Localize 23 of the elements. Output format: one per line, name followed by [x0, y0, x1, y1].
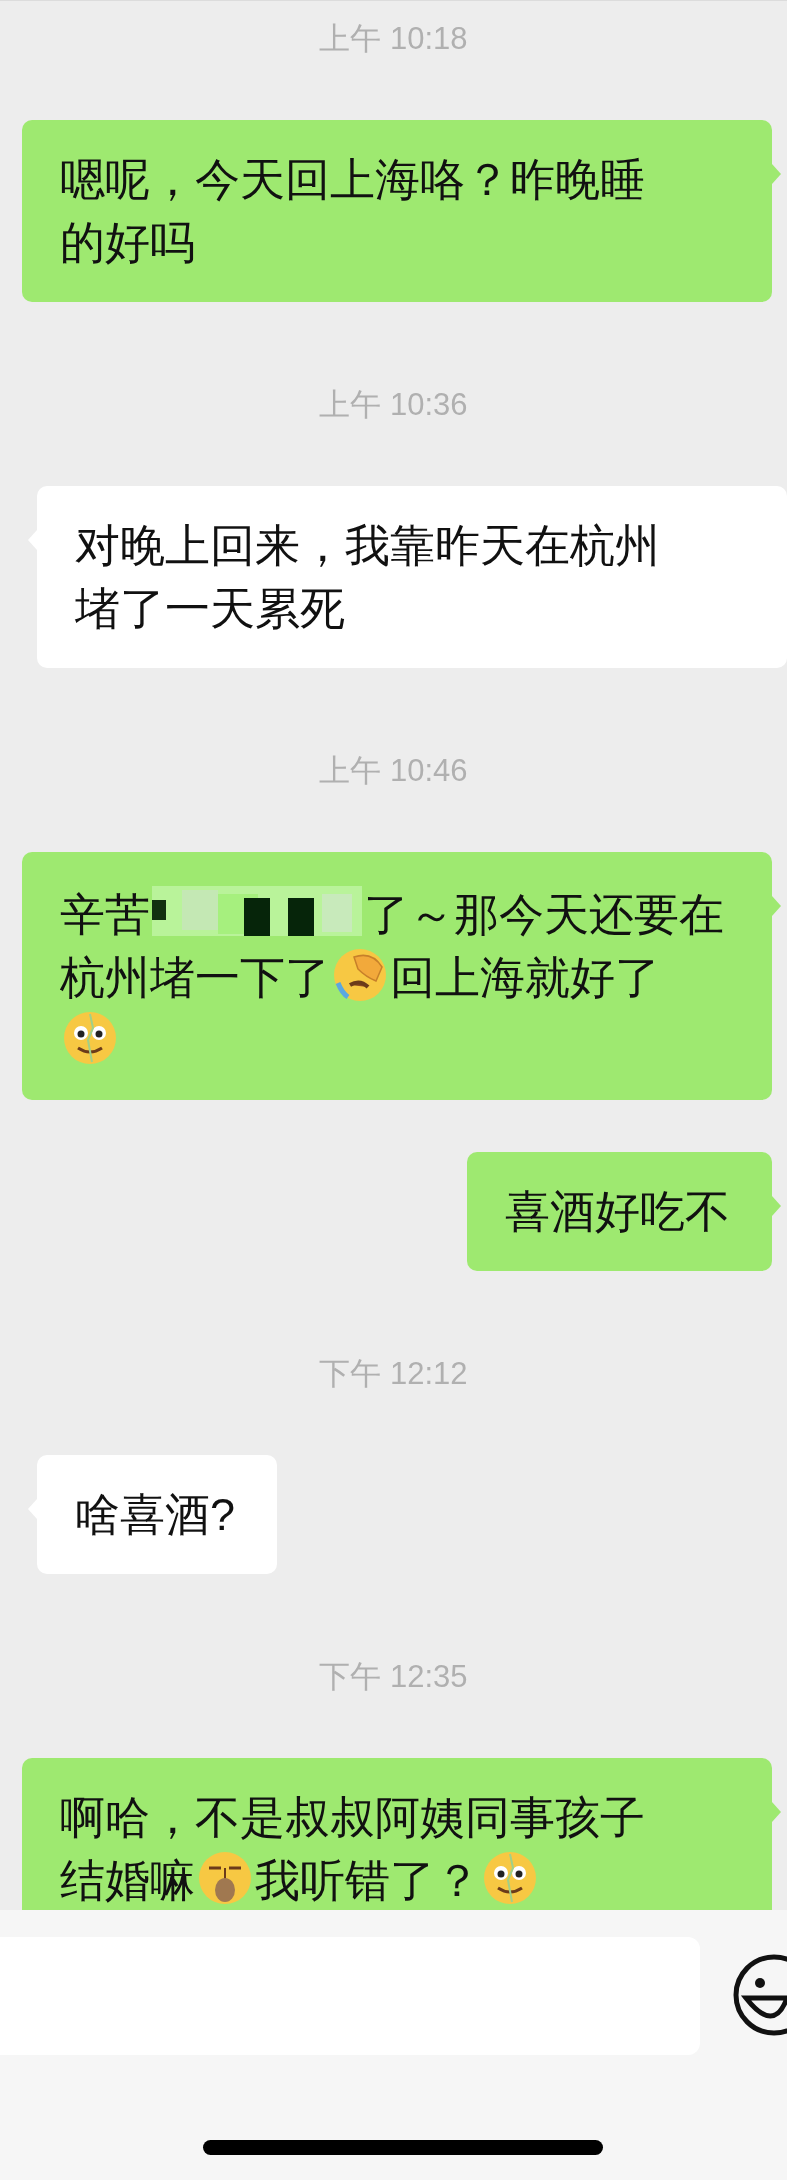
message-text: 啥喜酒? — [75, 1489, 236, 1540]
smiley-emoji-icon — [482, 1850, 538, 1906]
message-text: 辛苦 — [60, 889, 150, 940]
message-text: 嗯呢，今天回上海咯？昨晚睡 — [60, 154, 645, 205]
message-text: 杭州堵一下了 — [60, 952, 330, 1003]
timestamp: 上午 10:46 — [319, 751, 468, 790]
timestamp: 下午 12:35 — [319, 1657, 468, 1696]
facepalm-emoji-icon — [332, 947, 388, 1003]
message-text: 对晚上回来，我靠昨天在杭州 — [75, 520, 660, 571]
timestamp: 上午 10:36 — [319, 385, 468, 424]
message-text: 了～那今天还要在 — [364, 889, 724, 940]
message-text: 的好吗 — [60, 217, 195, 268]
message-text: 堵了一天累死 — [75, 583, 345, 634]
emoji-icon[interactable] — [733, 1954, 787, 2036]
message-text: 结婚嘛 — [60, 1855, 195, 1906]
message-text: 啊哈，不是叔叔阿姨同事孩子 — [60, 1792, 645, 1843]
message-text: 我听错了？ — [255, 1855, 480, 1906]
smiley-emoji-icon — [62, 1010, 118, 1066]
sleepy-emoji-icon — [197, 1850, 253, 1906]
message-text: 喜酒好吃不 — [505, 1186, 730, 1237]
message-text: 回上海就好了 — [390, 952, 660, 1003]
timestamp: 下午 12:12 — [319, 1354, 468, 1393]
timestamp: 上午 10:18 — [319, 19, 468, 58]
